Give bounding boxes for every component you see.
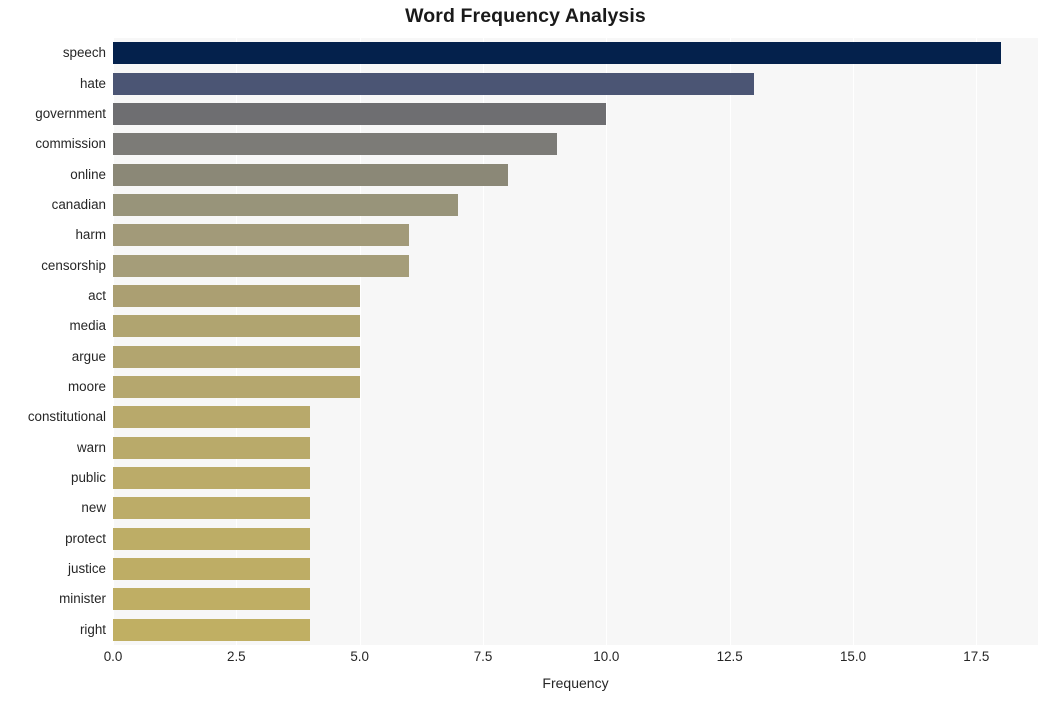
bar-public	[113, 467, 311, 490]
bar-moore	[113, 376, 360, 399]
x-tick-label-2.5: 2.5	[227, 649, 246, 664]
bar-argue	[113, 345, 360, 368]
y-tick-label-public: public	[71, 470, 106, 486]
y-tick-label-hate: hate	[79, 75, 106, 91]
bar-row	[113, 436, 1038, 459]
bar-commission	[113, 133, 557, 156]
bar-censorship	[113, 254, 409, 277]
bar-row	[113, 527, 1038, 550]
bar-row	[113, 102, 1038, 125]
bar-row	[113, 72, 1038, 95]
bar-row	[113, 376, 1038, 399]
bar-protect	[113, 527, 311, 550]
bar-speech	[113, 42, 1001, 65]
x-axis-tick-labels: 0.0 2.5 5.0 7.5 10.0 12.5 15.0 17.5	[0, 649, 1051, 671]
bar-row	[113, 284, 1038, 307]
y-axis-tick-labels: speech hate government commission online cana…	[0, 38, 106, 645]
bar-act	[113, 284, 360, 307]
y-tick-label-commission: commission	[35, 136, 106, 152]
y-tick-label-harm: harm	[75, 227, 106, 243]
x-axis-title: Frequency	[542, 675, 609, 691]
bar-new	[113, 497, 311, 520]
bar-row	[113, 467, 1038, 490]
bar-row	[113, 618, 1038, 641]
x-tick-label-17.5: 17.5	[963, 649, 990, 664]
bar-row	[113, 345, 1038, 368]
y-tick-label-warn: warn	[76, 439, 106, 455]
page-title: Word Frequency Analysis	[405, 5, 646, 27]
bar-warn	[113, 436, 311, 459]
bar-row	[113, 588, 1038, 611]
y-tick-label-act: act	[88, 287, 106, 303]
bar-row	[113, 193, 1038, 216]
bar-minister	[113, 588, 311, 611]
y-tick-label-moore: moore	[68, 379, 106, 395]
bar-row	[113, 42, 1038, 65]
y-tick-label-protect: protect	[65, 530, 106, 546]
y-tick-label-new: new	[81, 500, 106, 516]
y-tick-label-speech: speech	[62, 45, 106, 61]
x-tick-label-12.5: 12.5	[716, 649, 743, 664]
chart-figure: Word Frequency Analysis speech hate govern…	[0, 0, 1051, 701]
y-tick-label-media: media	[69, 318, 106, 334]
bar-row	[113, 315, 1038, 338]
x-tick-label-5.0: 5.0	[350, 649, 369, 664]
x-tick-label-15.0: 15.0	[839, 649, 867, 664]
bar-series	[113, 38, 1038, 645]
bar-constitutional	[113, 406, 311, 429]
bar-row	[113, 163, 1038, 186]
y-tick-label-canadian: canadian	[51, 196, 106, 212]
y-tick-label-argue: argue	[71, 348, 106, 364]
y-tick-label-government: government	[35, 105, 106, 121]
bar-harm	[113, 224, 409, 247]
bar-row	[113, 224, 1038, 247]
bar-row	[113, 558, 1038, 581]
y-tick-label-justice: justice	[68, 561, 106, 577]
y-tick-label-constitutional: constitutional	[27, 409, 106, 425]
bar-hate	[113, 72, 755, 95]
bar-canadian	[113, 193, 459, 216]
bar-right	[113, 618, 311, 641]
y-tick-label-censorship: censorship	[41, 257, 106, 273]
bar-government	[113, 102, 607, 125]
plot-area	[113, 38, 1038, 645]
x-tick-label-0.0: 0.0	[103, 649, 123, 664]
x-tick-label-10.0: 10.0	[593, 649, 620, 664]
bar-justice	[113, 558, 311, 581]
y-tick-label-minister: minister	[59, 591, 106, 607]
bar-online	[113, 163, 508, 186]
bar-row	[113, 406, 1038, 429]
bar-media	[113, 315, 360, 338]
x-tick-label-7.5: 7.5	[473, 649, 493, 664]
y-tick-label-online: online	[70, 166, 106, 182]
bar-row	[113, 254, 1038, 277]
bar-row	[113, 133, 1038, 156]
bar-row	[113, 497, 1038, 520]
y-tick-label-right: right	[79, 621, 106, 637]
